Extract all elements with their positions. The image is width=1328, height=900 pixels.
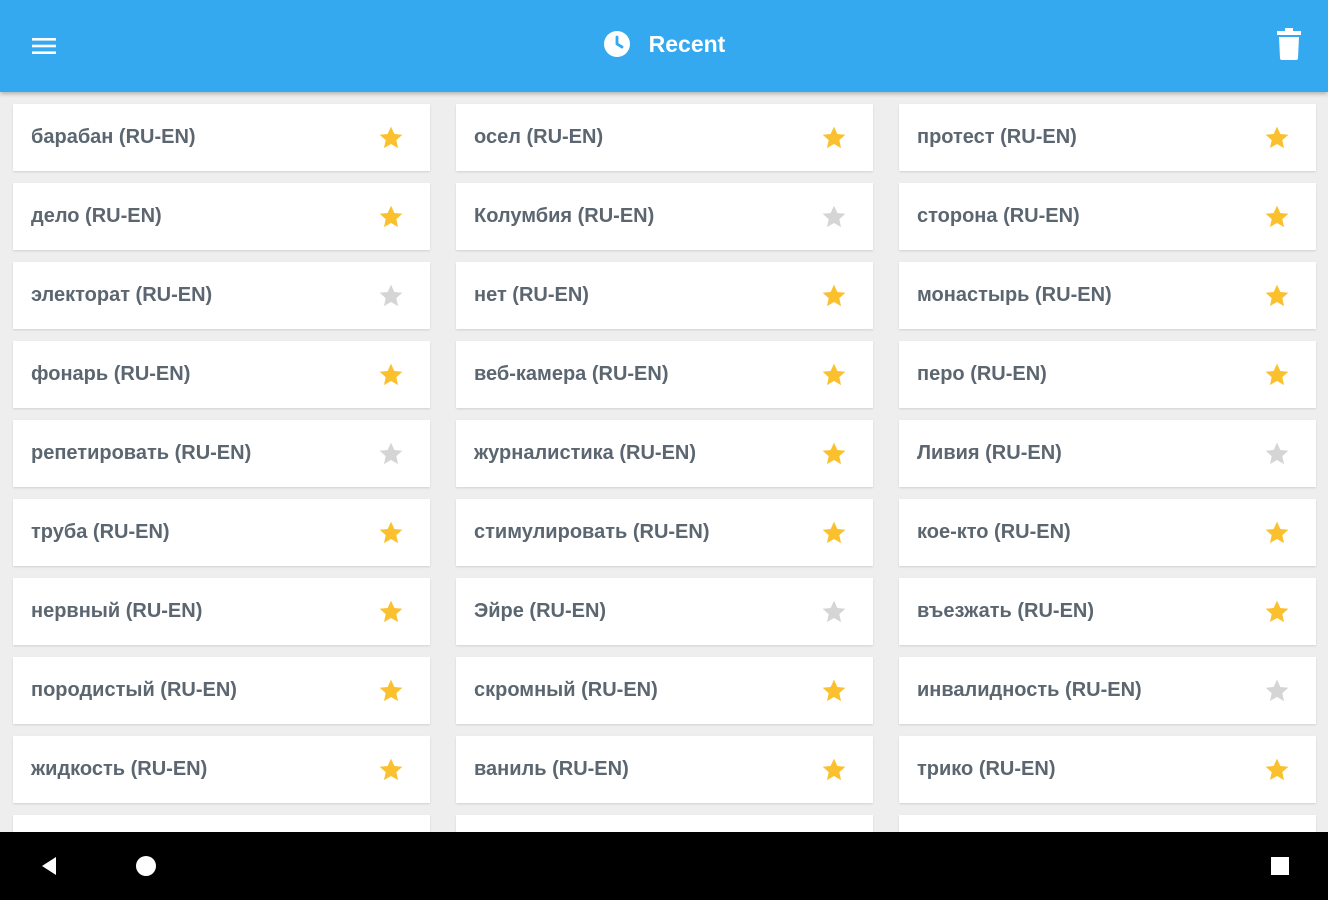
recent-item-label: веб-камера (RU-EN) <box>474 363 669 385</box>
recent-item-label: жидкость (RU-EN) <box>31 758 208 780</box>
recent-item-label: фонарь (RU-EN) <box>31 363 191 385</box>
recent-item[interactable]: электорат (RU-EN) <box>13 262 430 329</box>
star-empty-icon[interactable] <box>821 599 847 625</box>
recent-item-label: репетировать (RU-EN) <box>31 442 252 464</box>
star-filled-icon[interactable] <box>1264 599 1290 625</box>
recent-item[interactable] <box>456 815 873 832</box>
star-filled-icon[interactable] <box>1264 757 1290 783</box>
home-circle-icon[interactable] <box>134 854 158 878</box>
clear-history-button[interactable] <box>1272 24 1306 64</box>
star-filled-icon[interactable] <box>1264 204 1290 230</box>
recent-item[interactable] <box>899 815 1316 832</box>
recent-item-label: электорат (RU-EN) <box>31 284 213 306</box>
recent-item[interactable]: въезжать (RU-EN) <box>899 578 1316 645</box>
recents-square-icon[interactable] <box>1268 854 1292 878</box>
star-filled-icon[interactable] <box>821 362 847 388</box>
recent-item[interactable]: протест (RU-EN) <box>899 104 1316 171</box>
recent-item[interactable]: дело (RU-EN) <box>13 183 430 250</box>
recent-item[interactable]: монастырь (RU-EN) <box>899 262 1316 329</box>
title-area: Recent <box>0 0 1328 92</box>
star-filled-icon[interactable] <box>1264 362 1290 388</box>
recent-item[interactable]: нервный (RU-EN) <box>13 578 430 645</box>
star-filled-icon[interactable] <box>378 204 404 230</box>
recent-item[interactable]: сторона (RU-EN) <box>899 183 1316 250</box>
recent-item-label: стимулировать (RU-EN) <box>474 521 710 543</box>
recent-item-label: протест (RU-EN) <box>917 126 1077 148</box>
recent-item-label: журналистика (RU-EN) <box>474 442 697 464</box>
recent-item[interactable]: перо (RU-EN) <box>899 341 1316 408</box>
recent-item-label: нет (RU-EN) <box>474 284 589 306</box>
recent-item[interactable]: журналистика (RU-EN) <box>456 420 873 487</box>
star-filled-icon[interactable] <box>821 441 847 467</box>
recent-item-label: Колумбия (RU-EN) <box>474 205 655 227</box>
recent-item-label: въезжать (RU-EN) <box>917 600 1095 622</box>
recent-item-label: породистый (RU-EN) <box>31 679 237 701</box>
recent-item-label: сторона (RU-EN) <box>917 205 1080 227</box>
star-empty-icon[interactable] <box>1264 441 1290 467</box>
star-filled-icon[interactable] <box>378 678 404 704</box>
trash-icon <box>1277 28 1301 60</box>
recent-item[interactable]: барабан (RU-EN) <box>13 104 430 171</box>
star-filled-icon[interactable] <box>821 283 847 309</box>
recent-item[interactable]: кое-кто (RU-EN) <box>899 499 1316 566</box>
recent-item-label: дело (RU-EN) <box>31 205 162 227</box>
recent-item[interactable]: репетировать (RU-EN) <box>13 420 430 487</box>
star-empty-icon[interactable] <box>378 283 404 309</box>
page-title: Recent <box>648 30 726 57</box>
recent-item-label: Ливия (RU-EN) <box>917 442 1062 464</box>
recent-item-label: осел (RU-EN) <box>474 126 604 148</box>
recent-item-label: кое-кто (RU-EN) <box>917 521 1071 543</box>
recent-item[interactable]: породистый (RU-EN) <box>13 657 430 724</box>
recent-item-label: перо (RU-EN) <box>917 363 1047 385</box>
recent-item-label: нервный (RU-EN) <box>31 600 203 622</box>
recent-item[interactable]: фонарь (RU-EN) <box>13 341 430 408</box>
recent-item[interactable]: Эйре (RU-EN) <box>456 578 873 645</box>
recent-item[interactable]: Ливия (RU-EN) <box>899 420 1316 487</box>
recent-item-label: инвалидность (RU-EN) <box>917 679 1142 701</box>
star-filled-icon[interactable] <box>378 125 404 151</box>
star-filled-icon[interactable] <box>821 520 847 546</box>
star-filled-icon[interactable] <box>821 678 847 704</box>
recent-item-label: монастырь (RU-EN) <box>917 284 1112 306</box>
recent-item[interactable]: труба (RU-EN) <box>13 499 430 566</box>
recent-item-label: скромный (RU-EN) <box>474 679 658 701</box>
clock-icon <box>603 31 630 57</box>
recent-grid: барабан (RU-EN) осел (RU-EN) протест (RU-E… <box>13 104 1316 832</box>
star-empty-icon[interactable] <box>1264 678 1290 704</box>
system-nav-bar <box>0 832 1328 900</box>
star-filled-icon[interactable] <box>378 362 404 388</box>
back-triangle-icon[interactable] <box>38 854 62 878</box>
recent-item[interactable]: Колумбия (RU-EN) <box>456 183 873 250</box>
star-filled-icon[interactable] <box>1264 283 1290 309</box>
recent-item[interactable]: жидкость (RU-EN) <box>13 736 430 803</box>
star-filled-icon[interactable] <box>378 520 404 546</box>
star-filled-icon[interactable] <box>378 757 404 783</box>
recent-item[interactable]: веб-камера (RU-EN) <box>456 341 873 408</box>
star-filled-icon[interactable] <box>821 757 847 783</box>
recent-item[interactable]: ваниль (RU-EN) <box>456 736 873 803</box>
recent-item[interactable]: осел (RU-EN) <box>456 104 873 171</box>
recent-item-label: Эйре (RU-EN) <box>474 600 607 622</box>
recent-item-label: труба (RU-EN) <box>31 521 170 543</box>
star-empty-icon[interactable] <box>821 204 847 230</box>
recent-item[interactable]: стимулировать (RU-EN) <box>456 499 873 566</box>
recent-list[interactable]: барабан (RU-EN) осел (RU-EN) протест (RU-E… <box>0 92 1328 832</box>
recent-item-label: трико (RU-EN) <box>917 758 1056 780</box>
recent-item[interactable] <box>13 815 430 832</box>
star-filled-icon[interactable] <box>1264 520 1290 546</box>
star-filled-icon[interactable] <box>378 599 404 625</box>
recent-item-label: ваниль (RU-EN) <box>474 758 629 780</box>
recent-item[interactable]: трико (RU-EN) <box>899 736 1316 803</box>
star-empty-icon[interactable] <box>378 441 404 467</box>
app-bar: Recent <box>0 0 1328 92</box>
recent-item[interactable]: инвалидность (RU-EN) <box>899 657 1316 724</box>
star-filled-icon[interactable] <box>1264 125 1290 151</box>
recent-item[interactable]: нет (RU-EN) <box>456 262 873 329</box>
recent-item[interactable]: скромный (RU-EN) <box>456 657 873 724</box>
star-filled-icon[interactable] <box>821 125 847 151</box>
recent-item-label: барабан (RU-EN) <box>31 126 196 148</box>
